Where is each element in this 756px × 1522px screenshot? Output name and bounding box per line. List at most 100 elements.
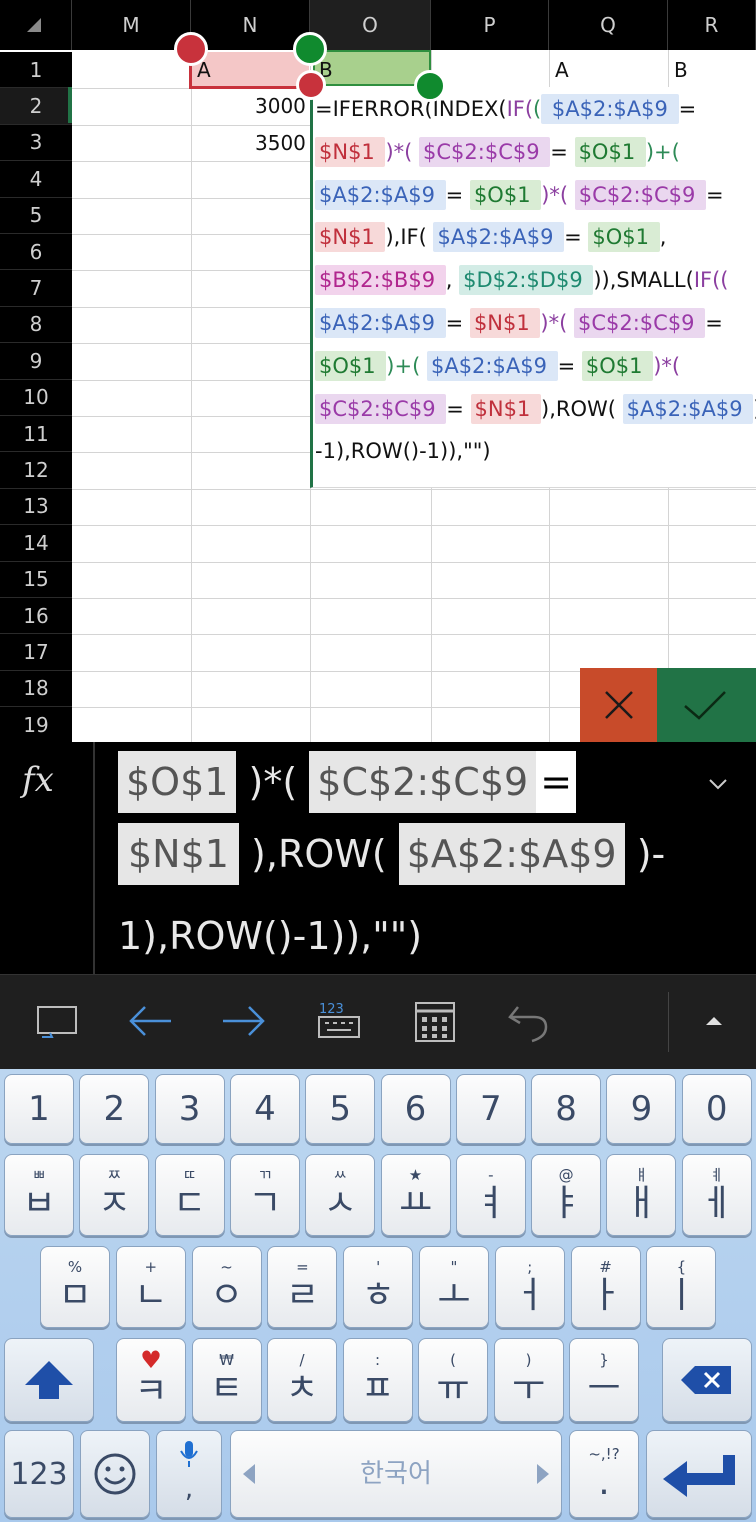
expand-toolbar-button[interactable] bbox=[690, 995, 738, 1047]
key-7[interactable]: 7 bbox=[455, 1074, 526, 1144]
row-header-4[interactable]: 4 bbox=[0, 161, 72, 198]
key-row1[interactable]: ㄸㄷ bbox=[154, 1154, 225, 1236]
column-header-q[interactable]: Q bbox=[549, 0, 668, 50]
key-6[interactable]: 6 bbox=[380, 1074, 451, 1144]
key-row2[interactable]: # ㅏ bbox=[570, 1246, 641, 1328]
emoji-key[interactable] bbox=[80, 1430, 150, 1518]
key-4[interactable]: 4 bbox=[229, 1074, 300, 1144]
cell-N3[interactable]: 3500 bbox=[255, 131, 306, 155]
function-keyboard-button[interactable] bbox=[406, 995, 462, 1047]
arrow-left-button[interactable] bbox=[122, 995, 178, 1047]
key-row3[interactable]: ₩ ㅌ bbox=[191, 1338, 262, 1422]
key-9[interactable]: 9 bbox=[606, 1074, 677, 1144]
row-header-8[interactable]: 8 bbox=[0, 306, 72, 344]
key-row2[interactable]: ' ㅎ bbox=[343, 1246, 414, 1328]
key-sub-label: ㅒ bbox=[634, 1166, 649, 1184]
punctuation-key[interactable]: ~,!?. bbox=[569, 1430, 639, 1518]
chevron-down-icon[interactable] bbox=[704, 770, 732, 798]
row-header-5[interactable]: 5 bbox=[0, 197, 72, 234]
formula-line-1[interactable]: $O$1 )*( $C$2:$C$9 = bbox=[118, 751, 577, 813]
row-header-10[interactable]: 10 bbox=[0, 379, 72, 416]
row-header-3[interactable]: 3 bbox=[0, 124, 72, 162]
key-row3[interactable]: / ㅊ bbox=[267, 1338, 337, 1422]
row-header-2[interactable]: 2 bbox=[0, 88, 72, 125]
key-row1[interactable]: ㄲㄱ bbox=[229, 1154, 300, 1236]
numeric-keyboard-button[interactable]: 123 bbox=[310, 995, 366, 1047]
row-header-13[interactable]: 13 bbox=[0, 488, 72, 526]
editor-line: $O$1 )+( $A$2:$A$9 = $O$1 )*( bbox=[315, 348, 680, 384]
key-row3[interactable]: ) ㅜ bbox=[493, 1338, 564, 1422]
key-sub-label: ㅆ bbox=[333, 1166, 348, 1184]
select-all-corner[interactable] bbox=[0, 0, 72, 50]
column-header-p[interactable]: P bbox=[431, 0, 549, 50]
cancel-button[interactable] bbox=[580, 668, 657, 742]
key-label: 4 bbox=[254, 1089, 276, 1129]
range-handle-red-bottom[interactable] bbox=[296, 70, 326, 100]
confirm-button[interactable] bbox=[657, 668, 756, 742]
space-key[interactable]: 한국어 bbox=[230, 1430, 562, 1518]
key-row1[interactable]: ★ ㅛ bbox=[380, 1154, 451, 1236]
row-header-1[interactable]: 1 bbox=[0, 52, 72, 89]
key-row1[interactable]: ㅉㅈ bbox=[79, 1154, 150, 1236]
row-header-14[interactable]: 14 bbox=[0, 525, 72, 562]
key-label: ㅎ bbox=[361, 1275, 395, 1316]
key-row2[interactable]: ; ㅓ bbox=[494, 1246, 565, 1328]
key-row1[interactable]: -ㅕ bbox=[455, 1154, 526, 1236]
key-row2[interactable]: % ㅁ bbox=[40, 1246, 110, 1328]
key-1[interactable]: 1 bbox=[4, 1074, 74, 1144]
undo-button[interactable] bbox=[500, 995, 556, 1047]
key-row3[interactable]: :ㅍ bbox=[342, 1338, 413, 1422]
backspace-key[interactable] bbox=[662, 1338, 752, 1422]
key-row2[interactable]: = ㄹ bbox=[267, 1246, 338, 1328]
key-row1[interactable]: ㅖㅔ bbox=[681, 1154, 752, 1236]
row-header-7[interactable]: 7 bbox=[0, 270, 72, 307]
in-cell-formula-editor[interactable]: =IFERROR(INDEX(IF(( $A$2:$A$9 = $N$1 )*(… bbox=[310, 87, 756, 488]
arrow-right-button[interactable] bbox=[216, 995, 272, 1047]
mode-123-key[interactable]: 123 bbox=[4, 1430, 74, 1518]
column-header-n[interactable]: N bbox=[191, 0, 310, 50]
column-header-m[interactable]: M bbox=[72, 0, 191, 50]
cell-N2[interactable]: 3000 bbox=[255, 94, 306, 118]
row-header-15[interactable]: 15 bbox=[0, 561, 72, 598]
spreadsheet-grid[interactable]: MNOPQR 1 2 3 4 5 6 7 8 9 10 11 12 13 14 15 16 17 18 19 A B… bbox=[0, 0, 756, 742]
key-3[interactable]: 3 bbox=[154, 1074, 225, 1144]
key-8[interactable]: 8 bbox=[531, 1074, 602, 1144]
mic-key[interactable]: , bbox=[156, 1430, 222, 1518]
enter-key[interactable] bbox=[646, 1430, 752, 1518]
row-header-6[interactable]: 6 bbox=[0, 234, 72, 271]
key-row1[interactable]: @ ㅑ bbox=[531, 1154, 602, 1236]
row-header-9[interactable]: 9 bbox=[0, 343, 72, 380]
formula-token: , bbox=[659, 225, 667, 249]
row-header-12[interactable]: 12 bbox=[0, 452, 72, 489]
range-handle-red-top[interactable] bbox=[174, 32, 208, 66]
key-row2[interactable]: {ㅣ bbox=[646, 1246, 717, 1328]
key-row3[interactable]: } ㅡ bbox=[569, 1338, 639, 1422]
column-header-r[interactable]: R bbox=[668, 0, 756, 50]
range-handle-green-top[interactable] bbox=[293, 32, 327, 66]
key-row3[interactable]: ♥ ㅋ bbox=[116, 1338, 186, 1422]
row-header-17[interactable]: 17 bbox=[0, 634, 72, 671]
key-row2[interactable]: ~ ㅇ bbox=[191, 1246, 262, 1328]
range-handle-green-bottom[interactable] bbox=[414, 70, 446, 102]
column-header-o[interactable]: O bbox=[310, 0, 431, 50]
key-row1[interactable]: ㅒㅐ bbox=[606, 1154, 677, 1236]
key-2[interactable]: 2 bbox=[79, 1074, 150, 1144]
key-5[interactable]: 5 bbox=[305, 1074, 376, 1144]
key-sub-label: = bbox=[296, 1258, 309, 1276]
row-header-16[interactable]: 16 bbox=[0, 598, 72, 635]
row-header-11[interactable]: 11 bbox=[0, 416, 72, 453]
hide-keyboard-button[interactable] bbox=[28, 995, 84, 1047]
key-row1[interactable]: ㅆㅅ bbox=[305, 1154, 376, 1236]
key-row2[interactable]: " ㅗ bbox=[419, 1246, 489, 1328]
key-0[interactable]: 0 bbox=[681, 1074, 752, 1144]
formula-line-2[interactable]: $N$1 ),ROW( $A$2:$A$9 )- bbox=[118, 823, 665, 885]
cell-Q1[interactable]: A bbox=[555, 58, 569, 82]
formula-line-3[interactable]: 1),ROW()-1)),"") bbox=[118, 905, 422, 967]
key-row2[interactable]: + ㄴ bbox=[115, 1246, 186, 1328]
cell-R1[interactable]: B bbox=[674, 58, 688, 82]
row-header-19[interactable]: 19 bbox=[0, 707, 72, 742]
row-header-18[interactable]: 18 bbox=[0, 670, 72, 708]
key-row3[interactable]: (ㅠ bbox=[418, 1338, 488, 1422]
shift-key[interactable] bbox=[4, 1338, 94, 1422]
key-row1[interactable]: ㅃㅂ bbox=[4, 1154, 74, 1236]
